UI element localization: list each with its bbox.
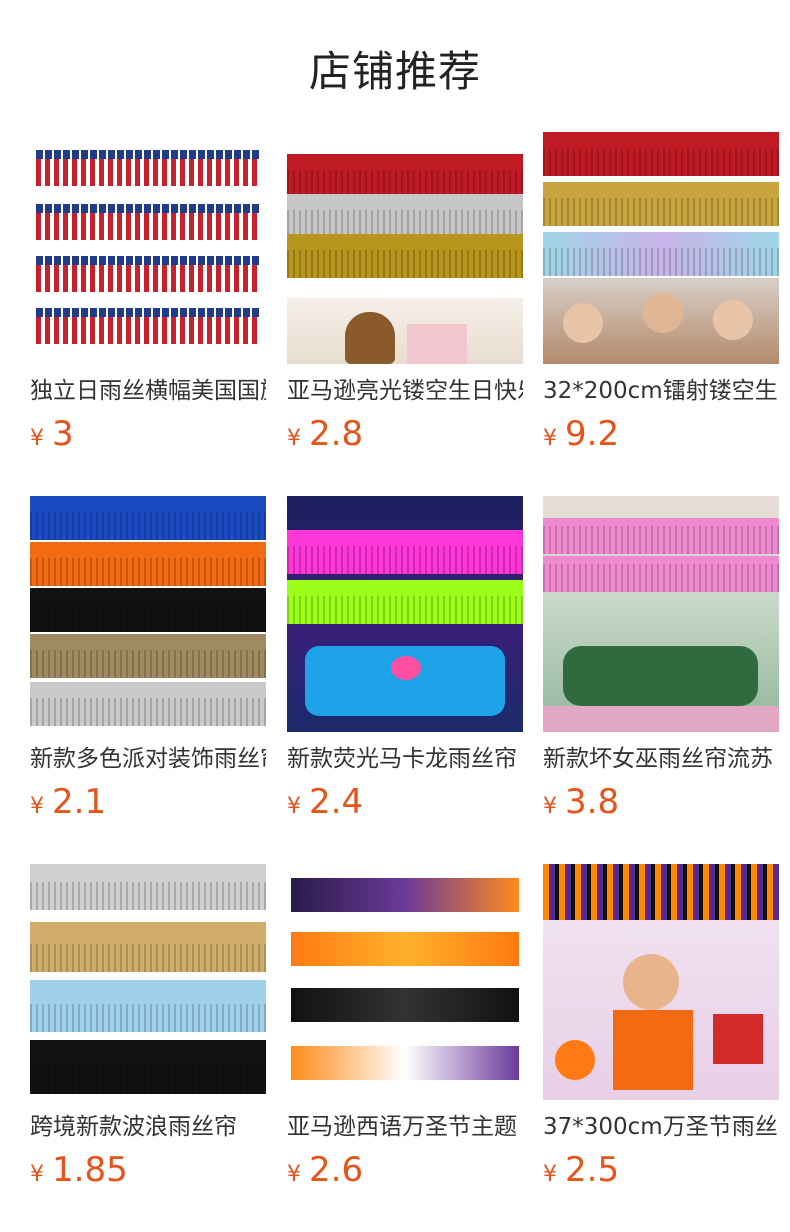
product-card[interactable]: 新款荧光马卡龙雨丝帘 ¥ 2.4 <box>287 496 523 822</box>
price-value: 1.85 <box>52 1150 128 1190</box>
product-card[interactable]: 亚马逊亮光镂空生日快乐 ¥ 2.8 <box>287 128 523 454</box>
product-image[interactable] <box>543 864 779 1100</box>
product-card[interactable]: 37*300cm万圣节雨丝 ¥ 2.5 <box>543 864 779 1190</box>
product-card[interactable]: 新款多色派对装饰雨丝帘 ¥ 2.1 <box>30 496 266 822</box>
product-name[interactable]: 新款多色派对装饰雨丝帘 <box>30 744 266 774</box>
product-price: ¥ 1.85 <box>30 1150 266 1190</box>
currency-symbol: ¥ <box>543 794 557 819</box>
product-name[interactable]: 亚马逊亮光镂空生日快乐 <box>287 376 523 406</box>
product-card[interactable]: 独立日雨丝横幅美国国旗 ¥ 3 <box>30 128 266 454</box>
product-image[interactable] <box>287 128 523 364</box>
product-image[interactable] <box>543 128 779 364</box>
product-price: ¥ 2.6 <box>287 1150 523 1190</box>
product-name[interactable]: 32*200cm镭射镂空生日 <box>543 376 779 406</box>
currency-symbol: ¥ <box>30 794 44 819</box>
product-card[interactable]: 32*200cm镭射镂空生日 ¥ 9.2 <box>543 128 779 454</box>
product-price: ¥ 2.1 <box>30 782 266 822</box>
currency-symbol: ¥ <box>287 794 301 819</box>
product-image[interactable] <box>30 128 266 364</box>
price-value: 2.6 <box>309 1150 364 1190</box>
product-price: ¥ 3 <box>30 414 266 454</box>
product-image[interactable] <box>287 864 523 1100</box>
product-image[interactable] <box>287 496 523 732</box>
price-value: 2.1 <box>52 782 107 822</box>
product-price: ¥ 2.4 <box>287 782 523 822</box>
currency-symbol: ¥ <box>543 426 557 451</box>
price-value: 3 <box>52 414 74 454</box>
price-value: 2.8 <box>309 414 364 454</box>
product-price: ¥ 2.5 <box>543 1150 779 1190</box>
price-value: 2.5 <box>565 1150 620 1190</box>
price-value: 9.2 <box>565 414 620 454</box>
page-title: 店铺推荐 <box>308 47 481 96</box>
product-name[interactable]: 独立日雨丝横幅美国国旗 <box>30 376 266 406</box>
product-image[interactable] <box>543 496 779 732</box>
product-price: ¥ 9.2 <box>543 414 779 454</box>
product-name[interactable]: 新款荧光马卡龙雨丝帘 <box>287 744 523 774</box>
price-value: 3.8 <box>565 782 620 822</box>
product-image[interactable] <box>30 864 266 1100</box>
currency-symbol: ¥ <box>30 1162 44 1187</box>
product-name[interactable]: 新款坏女巫雨丝帘流苏 <box>543 744 779 774</box>
product-card[interactable]: 亚马逊西语万圣节主题 ¥ 2.6 <box>287 864 523 1190</box>
currency-symbol: ¥ <box>30 426 44 451</box>
product-card[interactable]: 跨境新款波浪雨丝帘 ¥ 1.85 <box>30 864 266 1190</box>
product-price: ¥ 2.8 <box>287 414 523 454</box>
product-name[interactable]: 跨境新款波浪雨丝帘 <box>30 1112 266 1142</box>
product-name[interactable]: 37*300cm万圣节雨丝 <box>543 1112 779 1142</box>
price-value: 2.4 <box>309 782 364 822</box>
product-price: ¥ 3.8 <box>543 782 779 822</box>
product-card[interactable]: 新款坏女巫雨丝帘流苏 ¥ 3.8 <box>543 496 779 822</box>
currency-symbol: ¥ <box>543 1162 557 1187</box>
currency-symbol: ¥ <box>287 1162 301 1187</box>
currency-symbol: ¥ <box>287 426 301 451</box>
product-image[interactable] <box>30 496 266 732</box>
product-name[interactable]: 亚马逊西语万圣节主题 <box>287 1112 523 1142</box>
